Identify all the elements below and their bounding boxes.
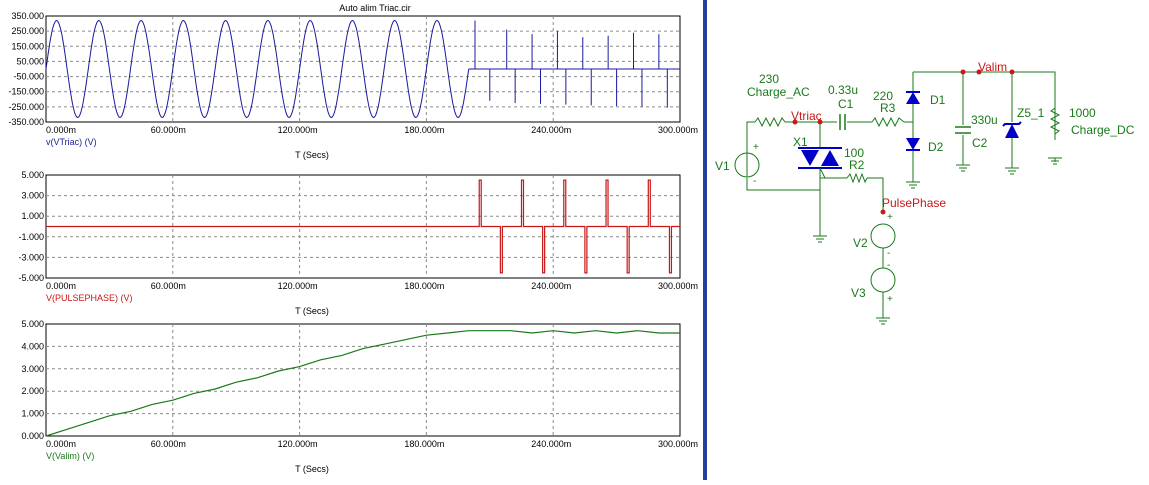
x-tick-label: 180.000m (404, 281, 444, 291)
plot-vtriac[interactable]: 0.000m 60.000m 120.000m 180.000m 240.000m 300… (8, 11, 698, 160)
y-tick-label: -350.000 (8, 117, 44, 127)
svg-text:-: - (887, 248, 890, 259)
y-tick-label: -150.000 (8, 87, 44, 97)
x-tick-label: 120.000m (278, 125, 318, 135)
zener-z5[interactable] (1002, 121, 1022, 138)
x-tick-label: 240.000m (531, 281, 571, 291)
x-tick-label: 0.000m (46, 125, 76, 135)
label-c1-value: 0.33u (828, 83, 858, 97)
y-tick-label: 3.000 (21, 191, 44, 201)
resistor-r2[interactable] (846, 172, 868, 184)
y-tick-label: 3.000 (21, 364, 44, 374)
x-tick-label: 60.000m (151, 125, 186, 135)
y-tick-label: 4.000 (21, 341, 44, 351)
label-x1: X1 (793, 135, 808, 149)
x-axis-label: T (Secs) (295, 464, 329, 474)
component-labels: 230 Charge_AC 0.33u C1 220 R3 D1 D2 330u… (715, 72, 1135, 300)
schematic-area: + - + - - + 230 Charge_AC 0.33u C1 220 R… (707, 0, 1149, 480)
trace-label: V(PULSEPHASE) (V) (46, 293, 133, 303)
capacitor-c1[interactable] (839, 114, 846, 130)
label-v3: V3 (851, 286, 866, 300)
label-pulsephase: PulsePhase (882, 196, 946, 210)
capacitor-c2[interactable] (955, 126, 971, 134)
label-r-in-name: Charge_AC (747, 85, 810, 99)
y-tick-label: 1.000 (21, 409, 44, 419)
x-axis-label: T (Secs) (295, 306, 329, 316)
plot-valim[interactable]: 0.000m 60.000m 120.000m 180.000m 240.000m 300… (21, 319, 698, 474)
y-tick-label: -3.000 (18, 252, 44, 262)
node-labels: Vtriac Valim PulsePhase (791, 60, 1007, 210)
plot-svg: Auto alim Triac.cir 0.000m 60.000m 120.000… (8, 3, 698, 474)
x-tick-label: 60.000m (151, 439, 186, 449)
x-tick-label: 300.000m (658, 439, 698, 449)
y-tick-label: 0.000 (21, 431, 44, 441)
y-tick-label: 50.000 (16, 56, 44, 66)
wire-r2-to-v2 (867, 177, 884, 212)
y-tick-label: -1.000 (18, 232, 44, 242)
label-v2: V2 (853, 236, 868, 250)
label-c1-name: C1 (838, 97, 854, 111)
x-tick-label: 0.000m (46, 281, 76, 291)
label-r3-name: R3 (880, 101, 896, 115)
y-tick-label: -250.000 (8, 102, 44, 112)
y-tick-label: 150.000 (11, 41, 44, 51)
x-tick-label: 180.000m (404, 125, 444, 135)
trace-label: V(Valim) (V) (46, 451, 94, 461)
x-tick-label: 240.000m (531, 125, 571, 135)
y-tick-label: 2.000 (21, 386, 44, 396)
x-axis-label: T (Secs) (295, 150, 329, 160)
label-r2-name: R2 (849, 158, 865, 172)
svg-text:-: - (753, 176, 756, 187)
label-valim: Valim (978, 60, 1007, 74)
y-tick-label: 250.000 (11, 26, 44, 36)
y-tick-label: -5.000 (18, 273, 44, 283)
label-r-dc-name: Charge_DC (1071, 123, 1135, 137)
y-tick-label: 5.000 (21, 319, 44, 329)
label-vtriac: Vtriac (791, 109, 822, 123)
x-tick-label: 240.000m (531, 439, 571, 449)
label-c2-value: 330u (971, 113, 998, 127)
label-z5: Z5_1 (1017, 106, 1045, 120)
y-tick-label: 5.000 (21, 170, 44, 180)
label-r-dc-value: 1000 (1069, 106, 1096, 120)
plot-area: Auto alim Triac.cir 0.000m 60.000m 120.000… (0, 0, 703, 480)
x-tick-label: 120.000m (278, 439, 318, 449)
x-tick-label: 0.000m (46, 439, 76, 449)
resistor-charge-ac[interactable] (754, 116, 786, 128)
svg-text:-: - (887, 260, 890, 271)
label-d2: D2 (928, 140, 944, 154)
x-tick-label: 300.000m (658, 125, 698, 135)
trace-label: v(VTriac) (V) (46, 137, 97, 147)
plot-frame (45, 323, 681, 437)
svg-text:+: + (753, 142, 759, 153)
schematic-svg: + - + - - + 230 Charge_AC 0.33u C1 220 R… (715, 60, 1135, 325)
label-r-in-value: 230 (759, 72, 779, 86)
label-v1: V1 (715, 159, 730, 173)
label-c2-name: C2 (972, 136, 988, 150)
svg-text:+: + (887, 212, 893, 223)
diode-d2[interactable] (906, 138, 920, 151)
window-title: Auto alim Triac.cir (339, 3, 411, 13)
diode-d1[interactable] (906, 91, 920, 104)
y-tick-label: 1.000 (21, 211, 44, 221)
resistor-r3[interactable] (871, 116, 905, 128)
plot-pulsephase[interactable]: 0.000m 60.000m 120.000m 180.000m 240.000m 300… (18, 170, 698, 316)
y-tick-label: -50.000 (13, 72, 44, 82)
label-d1: D1 (930, 93, 946, 107)
x-tick-label: 60.000m (151, 281, 186, 291)
x-tick-label: 300.000m (658, 281, 698, 291)
y-tick-label: 350.000 (11, 11, 44, 21)
x-tick-label: 180.000m (404, 439, 444, 449)
x-tick-label: 120.000m (278, 281, 318, 291)
svg-text:+: + (887, 294, 893, 305)
wire-v1-bottom (746, 178, 820, 191)
